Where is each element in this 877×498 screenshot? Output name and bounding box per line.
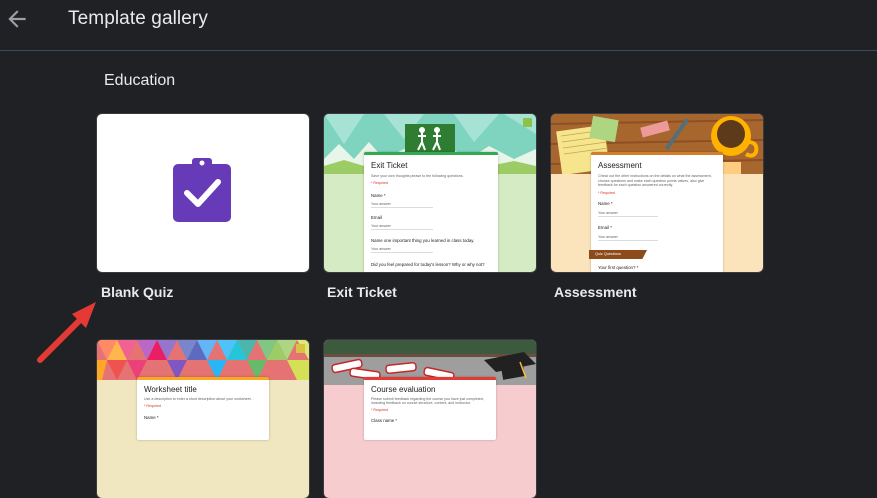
question-2: Email: [371, 215, 382, 220]
page-title: Template gallery: [68, 8, 208, 29]
edit-badge-icon: [523, 118, 532, 127]
question-1: Name *: [598, 201, 613, 206]
form-title: Course evaluation: [371, 385, 436, 394]
form-preview: Worksheet title Use a description to ent…: [137, 377, 269, 440]
question-3: Name one important thing you learned in …: [371, 238, 475, 243]
question-1: Name *: [144, 415, 159, 420]
question-4: Did you feel prepared for today's lesson…: [371, 262, 485, 267]
form-description: Use a description to enter a short descr…: [144, 397, 252, 401]
form-description: Please submit feedback regarding the cou…: [371, 397, 484, 406]
answer-placeholder: Your answer: [371, 224, 391, 228]
form-preview: Exit Ticket Save your own thoughts pleas…: [364, 152, 498, 272]
template-card-exit-ticket[interactable]: Exit Ticket Save your own thoughts pleas…: [324, 114, 536, 272]
question-3: Your first question? *: [598, 265, 639, 270]
form-preview: Assessment Check out the other instructi…: [589, 152, 723, 272]
edit-badge-icon: [296, 344, 305, 353]
template-card-blank-quiz[interactable]: [97, 114, 309, 272]
worksheet-header-illustration: [97, 340, 309, 380]
required-note: * Required: [371, 181, 388, 185]
answer-line: [598, 216, 658, 217]
answer-line: [371, 207, 433, 208]
answer-placeholder: Your answer: [371, 247, 391, 251]
answer-line: [371, 252, 433, 253]
form-title: Assessment: [598, 161, 642, 170]
required-note: * Required: [598, 191, 615, 195]
form-title: Worksheet title: [144, 385, 197, 394]
template-label-blank-quiz[interactable]: Blank Quiz: [101, 284, 173, 300]
template-card-course-evaluation[interactable]: Course evaluation Please submit feedback…: [324, 340, 536, 498]
arrow-back-icon: [8, 10, 26, 28]
answer-placeholder: Your answer: [371, 202, 391, 206]
answer-line: [371, 229, 433, 230]
quiz-clipboard-check-icon: [173, 158, 231, 222]
top-bar: Template gallery: [0, 0, 877, 51]
section-header: Quiz Questions: [589, 250, 647, 259]
question-1: Class name *: [371, 418, 398, 423]
answer-placeholder: Your answer: [598, 235, 618, 239]
back-button[interactable]: [4, 6, 30, 32]
answer-placeholder: Your answer: [598, 211, 618, 215]
required-note: * Required: [371, 408, 388, 412]
template-card-worksheet[interactable]: Worksheet title Use a description to ent…: [97, 340, 309, 498]
answer-line: [598, 240, 658, 241]
question-1: Name *: [371, 193, 386, 198]
question-2: Email *: [598, 225, 612, 230]
template-card-assessment[interactable]: Assessment Check out the other instructi…: [551, 114, 763, 272]
required-note: * Required: [144, 404, 161, 408]
template-label-exit-ticket[interactable]: Exit Ticket: [327, 284, 397, 300]
form-preview: Course evaluation Please submit feedback…: [364, 377, 496, 440]
form-description: Check out the other instructions on the …: [598, 174, 712, 188]
template-label-assessment[interactable]: Assessment: [554, 284, 637, 300]
section-title: Education: [104, 72, 176, 89]
annotation-arrow-icon: [37, 302, 96, 363]
form-title: Exit Ticket: [371, 161, 408, 170]
form-description: Save your own thoughts please to the fol…: [371, 174, 464, 178]
